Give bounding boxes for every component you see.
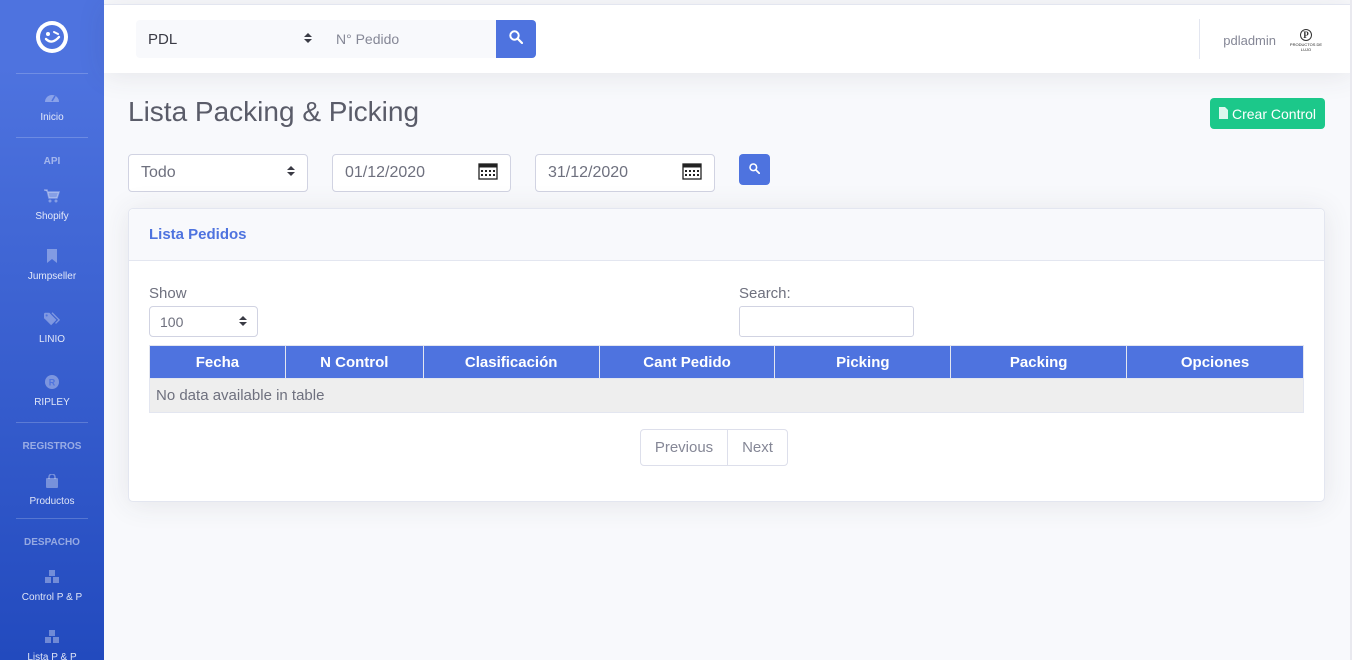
store-select[interactable]: PDL [136,20,324,58]
table-search-input[interactable] [739,306,914,337]
orders-table: Fecha N Control Clasificación Cant Pedid… [149,345,1304,413]
topbar-search-button[interactable] [496,20,536,58]
sidebar-item-label: RIPLEY [34,396,70,408]
date-to-value: 31/12/2020 [548,164,629,181]
topbar: PDL N° Pedido pdladmin P PRODUCTOS DE LU… [104,4,1352,73]
sort-caret-icon [304,31,312,48]
empty-table-message: No data available in table [149,378,1304,413]
show-entries-select[interactable]: 100 [149,306,258,337]
create-control-button[interactable]: Crear Control [1210,98,1325,129]
bookmark-icon [44,248,60,264]
sidebar-heading-api: API [43,156,61,167]
sidebar-item-ripley[interactable]: R RIPLEY [0,359,104,422]
show-entries-value: 100 [160,313,184,330]
table-search-label: Search: [739,285,791,302]
status-filter-select[interactable]: Todo [128,154,308,192]
column-header-opciones[interactable]: Opciones [1126,345,1304,379]
pagination-next[interactable]: Next [728,430,787,465]
sidebar-item-linio[interactable]: LINIO [0,296,104,359]
column-header-fecha[interactable]: Fecha [149,345,286,379]
sidebar-item-shopify[interactable]: Shopify [0,176,104,233]
sidebar-item-label: Control P & P [21,591,83,603]
sidebar-item-label: Jumpseller [27,270,77,282]
column-header-n-control[interactable]: N Control [284,345,424,379]
search-icon [509,29,524,49]
card-title: Lista Pedidos [149,226,247,243]
sidebar-item-label: Lista P & P [27,651,77,660]
brand-logo-icon [36,20,68,53]
search-icon [749,161,761,179]
card-header: Lista Pedidos [129,209,1324,261]
date-from-value: 01/12/2020 [345,164,426,181]
status-filter-value: Todo [141,164,176,181]
sort-caret-icon [287,164,295,182]
file-icon [1218,106,1228,122]
dashboard-icon [44,89,60,105]
sidebar-heading-registros: REGISTROS [22,441,82,452]
sidebar-item-inicio[interactable]: Inicio [0,74,104,137]
show-entries-label: Show [149,285,187,302]
sidebar-item-productos[interactable]: Productos [0,461,104,518]
table-header-row: Fecha N Control Clasificación Cant Pedid… [149,345,1304,379]
orders-card: Lista Pedidos Show 100 Search: Fecha N C… [128,208,1325,502]
cubes-icon [44,569,60,585]
topbar-divider [1199,19,1200,59]
avatar-text: PRODUCTOS DE LUJO [1289,41,1323,52]
user-avatar: P PRODUCTOS DE LUJO [1288,22,1324,58]
sidebar-item-label: LINIO [38,333,66,345]
sidebar-item-control-pp[interactable]: Control P & P [0,557,104,614]
date-to-input[interactable]: 31/12/2020 [535,154,715,192]
sidebar-item-jumpseller[interactable]: Jumpseller [0,233,104,296]
cubes-icon [44,629,60,645]
r-circle-icon: R [44,374,60,390]
column-header-clasificacion[interactable]: Clasificación [422,345,600,379]
tags-icon [44,311,60,327]
create-control-label: Crear Control [1231,105,1317,122]
column-header-picking[interactable]: Picking [774,345,952,379]
sidebar: Inicio API Shopify Jumpseller LINIO R RI… [0,0,104,660]
filter-search-button[interactable] [739,154,770,185]
shopping-bag-icon [44,473,60,489]
sidebar-item-label: Productos [29,495,75,507]
sort-caret-icon [239,314,247,330]
table-row: No data available in table [149,378,1304,413]
user-menu[interactable]: pdladmin P PRODUCTOS DE LUJO [1223,21,1324,59]
order-number-placeholder: N° Pedido [336,31,400,47]
sidebar-item-label: Inicio [40,111,64,123]
topbar-search: PDL N° Pedido [136,20,536,58]
cart-icon [44,188,60,204]
store-select-value: PDL [148,30,178,48]
pagination: Previous Next [640,429,788,466]
svg-text:R: R [49,377,56,387]
date-from-input[interactable]: 01/12/2020 [332,154,511,192]
calendar-icon [682,162,702,185]
avatar-letter: P [1300,28,1312,41]
sidebar-heading-despacho: DESPACHO [24,537,80,548]
sidebar-item-lista-pp[interactable]: Lista P & P [0,614,104,660]
column-header-packing[interactable]: Packing [950,345,1128,379]
calendar-icon [478,162,498,185]
brand[interactable] [0,0,104,73]
order-number-input[interactable]: N° Pedido [324,20,496,58]
page-title: Lista Packing & Picking [128,96,420,127]
sidebar-item-label: Shopify [35,210,69,222]
column-header-cant-pedido[interactable]: Cant Pedido [598,345,776,379]
pagination-previous[interactable]: Previous [641,430,728,465]
user-name: pdladmin [1223,32,1276,48]
